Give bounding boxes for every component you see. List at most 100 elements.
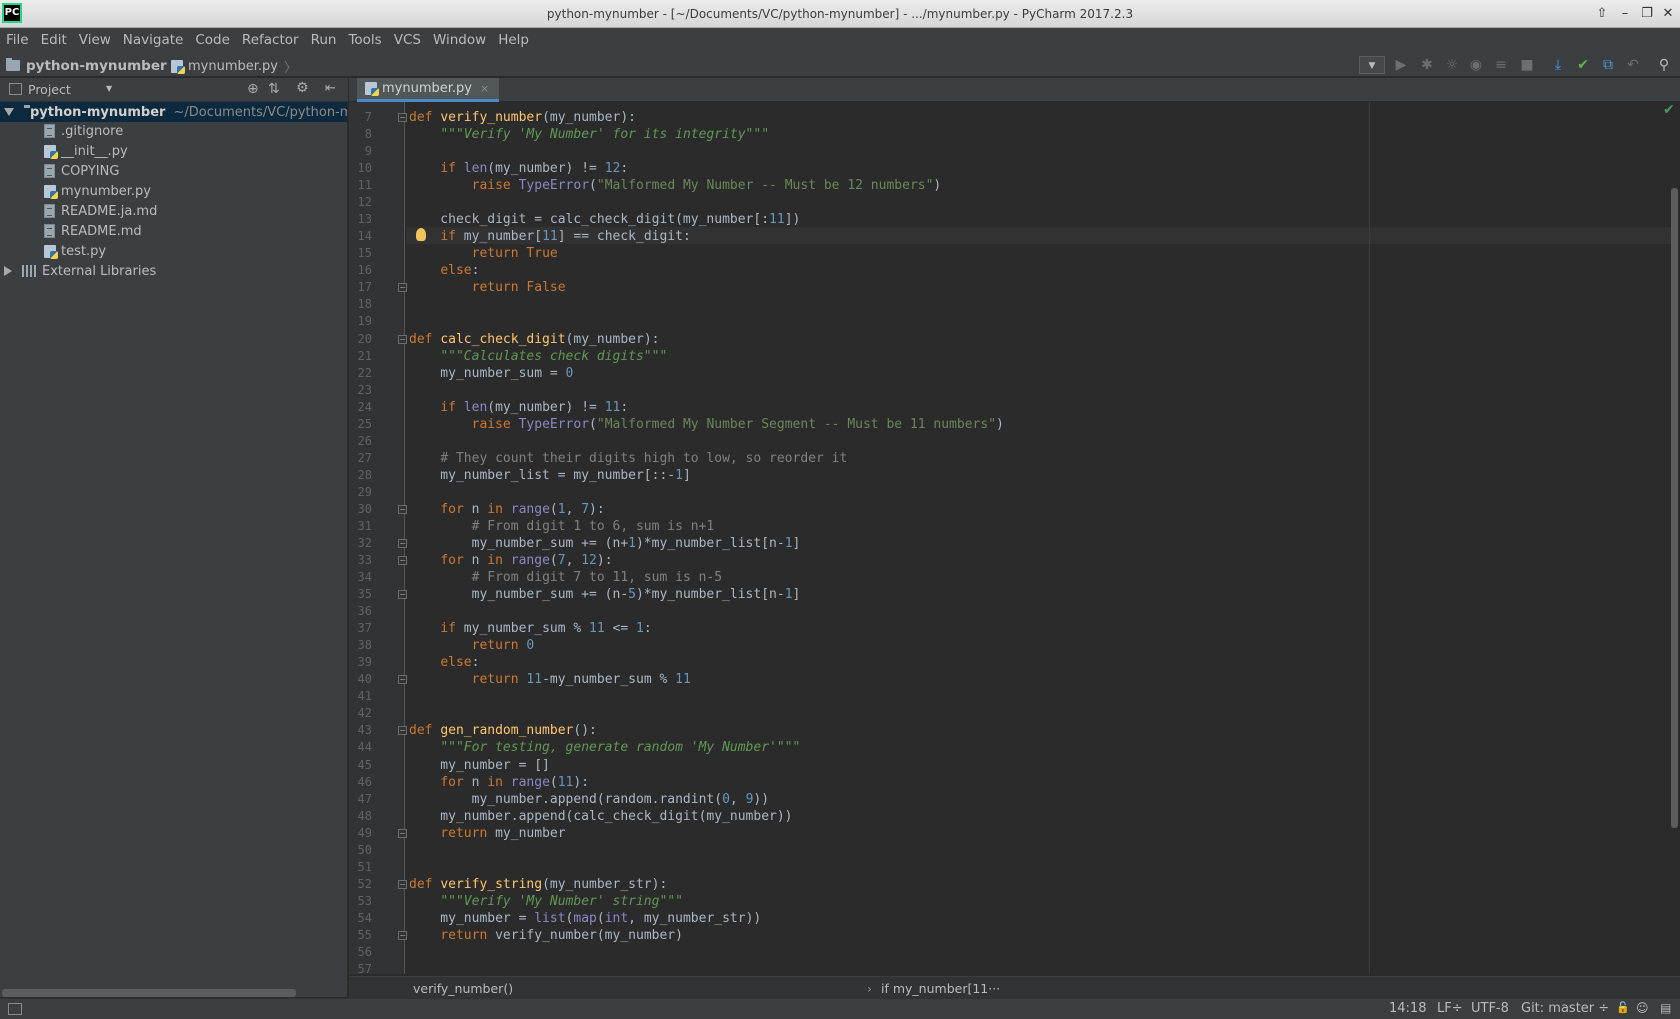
gear-icon[interactable]: ⚙: [296, 80, 309, 96]
line-number: 39: [357, 655, 372, 670]
menu-window[interactable]: Window: [433, 32, 486, 48]
line-number: 24: [357, 399, 372, 414]
tree-file-copying[interactable]: COPYING: [0, 161, 347, 181]
caret-position[interactable]: 14:18: [1389, 1001, 1426, 1016]
vcs-commit-icon[interactable]: ✔: [1574, 56, 1592, 74]
line-number: 8: [364, 127, 372, 142]
maximize-icon[interactable]: ❐: [1639, 6, 1655, 22]
fold-marker-icon[interactable]: −: [398, 828, 407, 838]
fold-marker-icon[interactable]: −: [398, 556, 407, 566]
search-icon[interactable]: ⚲: [1655, 56, 1673, 74]
menu-help[interactable]: Help: [498, 32, 529, 48]
line-number: 32: [357, 536, 372, 550]
locate-file-icon[interactable]: ⊕: [247, 81, 259, 97]
fold-marker-icon[interactable]: −: [398, 590, 407, 600]
line-number: 43: [357, 723, 372, 738]
close-tab-icon[interactable]: ×: [480, 82, 489, 95]
debug-icon[interactable]: ✱: [1418, 56, 1436, 74]
tree-root-folder[interactable]: python-mynumber ~/Documents/VC/python-m: [0, 102, 347, 122]
git-branch[interactable]: Git: master ÷: [1521, 1001, 1609, 1016]
close-window-icon[interactable]: ✕: [1660, 6, 1676, 22]
title-bar: PC python-mynumber - [~/Documents/VC/pyt…: [0, 0, 1680, 28]
inspection-ok-icon[interactable]: ✔: [1663, 102, 1675, 118]
fold-marker-icon[interactable]: −: [398, 879, 407, 889]
fold-marker-icon[interactable]: −: [398, 675, 407, 685]
tree-file-gitignore[interactable]: .gitignore: [0, 121, 347, 141]
menu-code[interactable]: Code: [195, 32, 230, 48]
lightbulb-icon[interactable]: [416, 228, 426, 241]
fold-marker-icon[interactable]: −: [398, 539, 407, 548]
run-config-dropdown[interactable]: ▼: [1359, 56, 1385, 74]
right-margin-guide: [1369, 102, 1370, 974]
code-line: """Verify 'My Number' for its integrity"…: [440, 127, 770, 143]
fold-marker-icon[interactable]: −: [398, 726, 407, 736]
tree-file-init[interactable]: __init__.py: [0, 141, 347, 161]
inspector-icon[interactable]: ☺: [1636, 1001, 1649, 1015]
nav-crumb-file[interactable]: mynumber.py 〉: [171, 57, 297, 76]
breadcrumb-function[interactable]: verify_number(): [413, 981, 513, 996]
tree-file-test[interactable]: test.py: [0, 241, 347, 261]
menu-refactor[interactable]: Refactor: [242, 32, 299, 48]
profile-icon[interactable]: ◉: [1467, 56, 1485, 74]
menu-view[interactable]: View: [79, 32, 111, 48]
project-view-selector[interactable]: Project: [28, 82, 71, 97]
window-up-icon[interactable]: ⇧: [1594, 6, 1610, 22]
lock-icon[interactable]: 🔓: [1616, 1001, 1630, 1014]
menu-file[interactable]: File: [6, 32, 29, 48]
code-line: if len(my_number) != 12:: [440, 161, 629, 177]
breadcrumb-statement[interactable]: if my_number[11···: [881, 981, 1000, 996]
menu-navigate[interactable]: Navigate: [123, 32, 184, 48]
line-number: 46: [357, 774, 372, 789]
line-number: 36: [357, 604, 372, 619]
run-icon[interactable]: ▶: [1392, 56, 1410, 74]
chevron-down-icon[interactable]: ▼: [106, 84, 112, 93]
tree-root-name: python-mynumber: [30, 104, 166, 120]
vcs-revert-icon[interactable]: ↶: [1624, 56, 1642, 74]
coverage-icon[interactable]: ☼: [1443, 56, 1461, 74]
tree-external-label: External Libraries: [42, 263, 157, 279]
menu-tools[interactable]: Tools: [348, 32, 381, 48]
minimize-icon[interactable]: –: [1617, 6, 1633, 22]
file-encoding[interactable]: UTF-8: [1471, 1001, 1509, 1016]
fold-marker-icon[interactable]: −: [398, 504, 407, 514]
line-number: 40: [357, 672, 372, 687]
line-number: 33: [357, 553, 372, 568]
tree-file-mynumber[interactable]: mynumber.py: [0, 181, 347, 201]
line-number: 34: [357, 570, 372, 585]
fold-marker-icon[interactable]: −: [398, 930, 407, 940]
line-number: 19: [357, 314, 372, 329]
line-number: 31: [357, 518, 372, 533]
menu-run[interactable]: Run: [311, 32, 337, 48]
expand-arrow-icon[interactable]: [4, 266, 12, 276]
tool-windows-icon[interactable]: [8, 1003, 22, 1015]
fold-marker-icon[interactable]: −: [398, 334, 407, 344]
line-number: 23: [357, 382, 372, 397]
menu-vcs[interactable]: VCS: [394, 32, 421, 48]
collapse-all-icon[interactable]: ⇅: [268, 81, 280, 97]
fold-marker-icon[interactable]: −: [398, 283, 407, 293]
tree-file-label: __init__.py: [61, 143, 128, 159]
menu-edit[interactable]: Edit: [41, 32, 67, 48]
vcs-update-icon[interactable]: ⤓: [1549, 56, 1567, 74]
code-line: return my_number: [440, 825, 566, 841]
tree-external-libraries[interactable]: External Libraries: [0, 261, 347, 281]
tree-file-readme[interactable]: README.md: [0, 221, 347, 241]
fold-marker-icon[interactable]: −: [398, 113, 407, 122]
notifications-icon[interactable]: ▤: [1660, 1001, 1671, 1015]
code-line: check_digit = calc_check_digit(my_number…: [409, 212, 801, 228]
stop-icon[interactable]: ■: [1518, 56, 1536, 74]
code-line: my_number_sum += (n+1)*my_number_list[n-…: [409, 536, 801, 551]
line-separator[interactable]: LF÷: [1437, 1001, 1463, 1016]
tree-file-readme-ja[interactable]: README.ja.md: [0, 201, 347, 221]
horizontal-scrollbar[interactable]: [2, 989, 296, 997]
code-line: # They count their digits high to low, s…: [440, 450, 848, 466]
project-view-icon: [9, 83, 22, 95]
code-line: """Verify 'My Number' string""": [440, 893, 683, 909]
concurrency-icon[interactable]: ≡: [1492, 56, 1510, 74]
nav-crumb-project[interactable]: python-mynumber 〉: [6, 56, 186, 75]
vertical-scrollbar[interactable]: [1671, 188, 1678, 828]
vcs-history-icon[interactable]: ⧉: [1599, 56, 1617, 74]
tab-mynumber-py[interactable]: mynumber.py ×: [357, 78, 500, 102]
hide-panel-icon[interactable]: ⇤: [325, 81, 336, 96]
expand-arrow-icon[interactable]: [4, 108, 14, 116]
